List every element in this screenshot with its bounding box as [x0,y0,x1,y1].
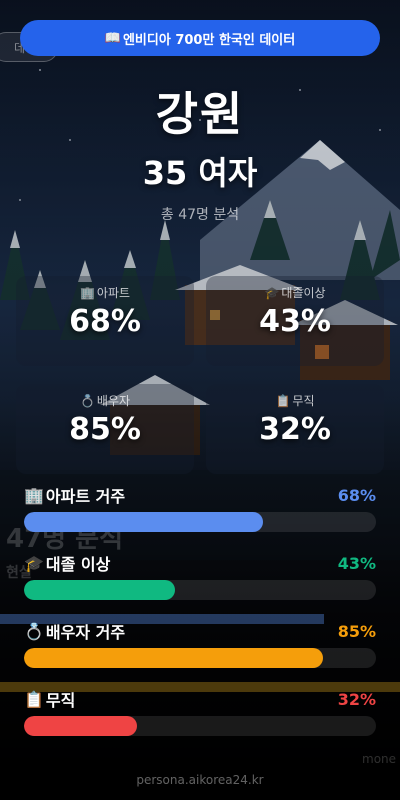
stat-label: 무직 [292,394,315,408]
stat-value: 32% [259,412,331,447]
graduation-cap-icon: 🎓 [24,553,44,573]
bar-percent: 68% [337,485,376,505]
building-icon: 🏢 [79,285,95,300]
stat-card-unemployed: 📋 무직 32% [206,384,384,474]
progress-track [24,580,376,600]
stat-value: 68% [69,304,141,339]
bar-percent: 32% [337,689,376,709]
ring-icon: 💍 [79,393,95,408]
bar-label: 무직 [45,691,76,710]
progress-track [24,716,376,736]
bar-percent: 43% [337,553,376,573]
stat-label: 아파트 [96,286,131,300]
bar-label: 대졸 이상 [45,555,111,574]
clipboard-icon: 📋 [24,689,44,709]
stat-card-college: 🎓 대졸이상 43% [206,276,384,366]
stat-label: 대졸이상 [281,286,326,300]
building-icon: 🏢 [24,485,44,505]
stat-card-spouse: 💍 배우자 85% [16,384,194,474]
region-title: 강원 [155,87,245,141]
clipboard-icon: 📋 [275,393,291,408]
progress-fill [24,648,324,668]
stat-card-apartment: 🏢 아파트 68% [16,276,194,366]
stat-value: 43% [259,304,331,339]
footer-url[interactable]: persona.aikorea24.kr [0,773,400,787]
bar-percent: 85% [337,621,376,641]
book-icon: 📖 [104,30,121,46]
stat-value: 85% [69,412,141,447]
progress-fill [24,580,176,600]
bar-row-spouse: 💍 배우자 거주 85% [24,620,376,668]
bar-label: 아파트 거주 [45,487,126,506]
ghost-right-text: mone [362,752,397,766]
sample-count: 총 47명 분석 [160,207,240,223]
stat-label: 배우자 [96,394,131,408]
progress-track [24,648,376,668]
progress-fill [24,716,137,736]
progress-fill [24,512,264,532]
banner-text: 엔비디아 700만 한국인 데이터 [122,32,296,48]
persona-title: 35 여자 [142,154,258,192]
banner-button[interactable]: 📖 엔비디아 700만 한국인 데이터 [20,20,380,56]
bar-row-college: 🎓 대졸 이상 43% [24,552,376,600]
graduation-cap-icon: 🎓 [264,285,280,300]
bar-label: 배우자 거주 [45,623,126,642]
progress-track [24,512,376,532]
bar-row-unemployed: 📋 무직 32% [24,688,376,736]
ring-icon: 💍 [24,621,44,641]
bar-row-apartment: 🏢 아파트 거주 68% [24,484,376,532]
